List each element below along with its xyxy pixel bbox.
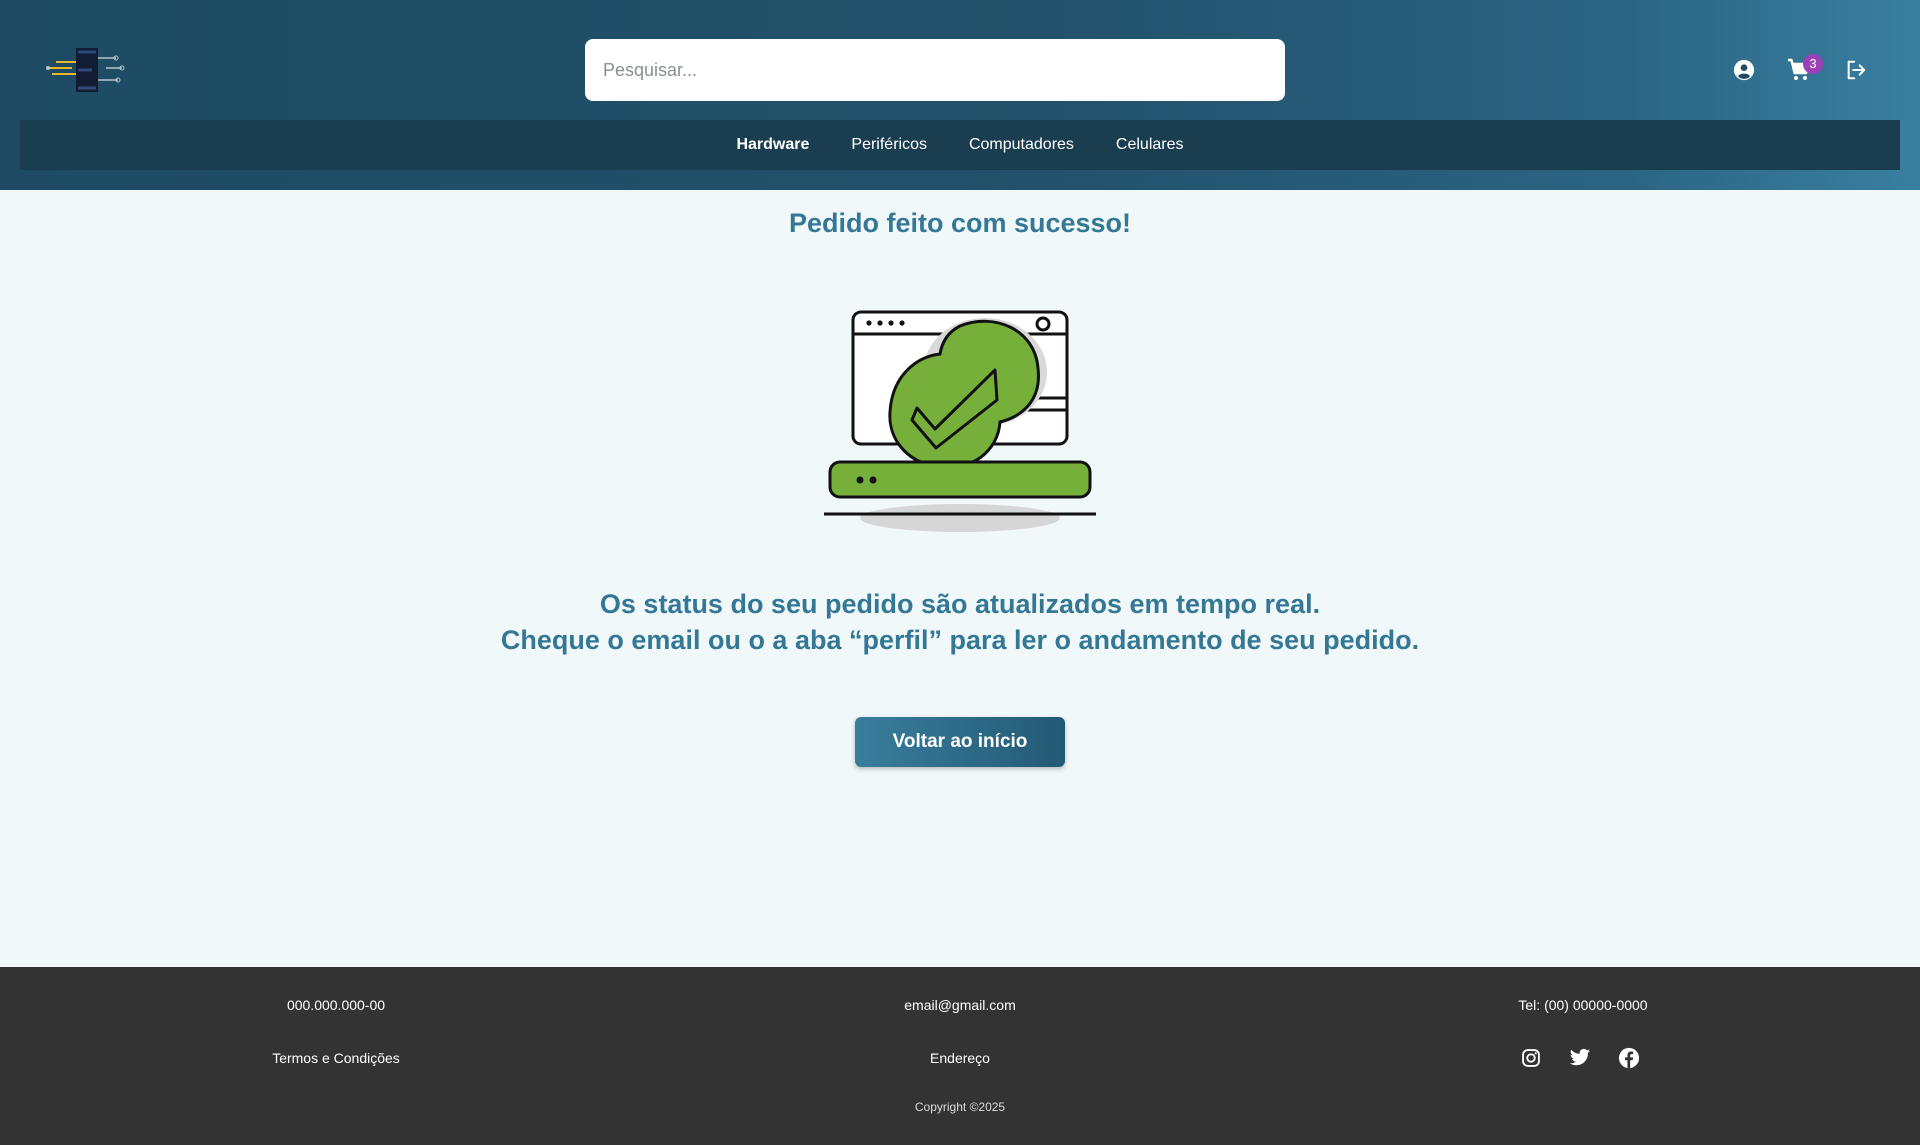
footer-document: 000.000.000-00 bbox=[286, 997, 386, 1013]
category-nav: Hardware Periféricos Computadores Celula… bbox=[20, 120, 1900, 170]
twitter-icon[interactable] bbox=[1569, 1047, 1591, 1069]
cart-count-badge: 3 bbox=[1803, 54, 1823, 74]
logo-icon[interactable] bbox=[46, 46, 126, 96]
user-icon[interactable] bbox=[1730, 56, 1758, 84]
back-to-home-button[interactable]: Voltar ao início bbox=[855, 717, 1065, 767]
nav-item-celulares[interactable]: Celulares bbox=[1116, 136, 1184, 154]
nav-item-computadores[interactable]: Computadores bbox=[969, 136, 1074, 154]
nav-item-perifericos[interactable]: Periféricos bbox=[851, 136, 927, 154]
facebook-icon[interactable] bbox=[1618, 1047, 1640, 1069]
instagram-icon[interactable] bbox=[1520, 1047, 1542, 1069]
order-status-message: Os status do seu pedido são atualizados … bbox=[0, 586, 1920, 658]
social-links bbox=[1520, 1047, 1640, 1069]
footer-email[interactable]: email@gmail.com bbox=[810, 997, 1110, 1013]
nav-item-hardware[interactable]: Hardware bbox=[736, 136, 809, 154]
success-check-icon bbox=[824, 310, 1096, 532]
message-line-1: Os status do seu pedido são atualizados … bbox=[599, 589, 1321, 619]
footer-address-link[interactable]: Endereço bbox=[810, 1050, 1110, 1066]
message-line-2: Cheque o email ou o a aba “perfil” para … bbox=[500, 625, 1420, 655]
order-success-illustration bbox=[820, 302, 1100, 542]
copyright-text: Copyright ©2025 bbox=[914, 1100, 1006, 1114]
site-footer: 000.000.000-00 email@gmail.com Tel: (00)… bbox=[0, 967, 1920, 1145]
site-header: 3 Hardware Periféricos Computadores Celu… bbox=[0, 0, 1920, 190]
search-input[interactable] bbox=[585, 39, 1285, 101]
logout-icon[interactable] bbox=[1842, 56, 1870, 84]
page-title: Pedido feito com sucesso! bbox=[788, 208, 1132, 238]
footer-phone: Tel: (00) 00000-0000 bbox=[1518, 997, 1648, 1013]
footer-terms-link[interactable]: Termos e Condições bbox=[186, 1050, 486, 1066]
